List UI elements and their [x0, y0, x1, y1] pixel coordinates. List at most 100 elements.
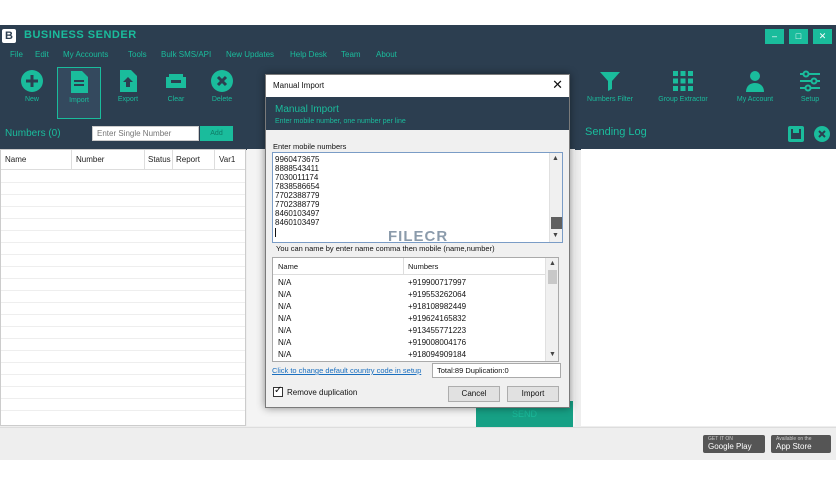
name-format-hint: You can name by enter name comma then mo… — [276, 244, 495, 253]
dialog-header-subtitle: Enter mobile number, one number per line — [275, 118, 406, 125]
dialog-title: Manual Import — [273, 81, 325, 90]
cancel-button[interactable]: Cancel — [448, 386, 500, 402]
mobile-number-line: 7030011174 — [275, 173, 319, 182]
export-label: Export — [117, 96, 139, 103]
my-account-button[interactable]: My Account — [730, 67, 780, 119]
mobile-number-line: 7838586654 — [275, 182, 320, 191]
watermark: FILECR — [388, 228, 449, 245]
maximize-button[interactable]: □ — [789, 29, 808, 44]
col-var1[interactable]: Var1 — [219, 155, 235, 164]
row-number: +919008004176 — [408, 338, 467, 347]
import-confirm-button[interactable]: Import — [507, 386, 559, 402]
menu-bar: File Edit My Accounts Tools Bulk SMS/API… — [0, 47, 836, 63]
scroll-up-icon[interactable]: ▲ — [549, 260, 556, 267]
row-name: N/A — [278, 302, 292, 311]
scroll-thumb[interactable] — [551, 217, 562, 229]
group-extractor-label: Group Extractor — [658, 96, 708, 103]
clear-button[interactable]: Clear — [154, 67, 198, 119]
table-row[interactable]: N/A +913455771223 — [273, 325, 546, 337]
table-row[interactable]: N/A +919900717997 — [273, 277, 546, 289]
scroll-thumb[interactable] — [548, 270, 557, 284]
scroll-down-icon[interactable]: ▼ — [549, 351, 556, 358]
setup-label: Setup — [800, 96, 820, 103]
menu-new-updates[interactable]: New Updates — [226, 50, 274, 59]
table-row[interactable]: N/A +919008004176 — [273, 337, 546, 349]
delete-label: Delete — [211, 96, 233, 103]
menu-tools[interactable]: Tools — [128, 50, 147, 59]
row-number: +918108982449 — [408, 302, 467, 311]
manual-import-dialog: Manual Import ✕ Manual Import Enter mobi… — [265, 74, 570, 408]
bottom-bar: GET IT ON Google Play Available on the A… — [0, 427, 836, 460]
total-duplication-status: Total:89 Duplication:0 — [432, 363, 561, 378]
app-title: BUSINESS SENDER — [24, 29, 137, 41]
remove-duplication-checkbox[interactable]: ✓ — [273, 385, 283, 397]
export-button[interactable]: Export — [106, 67, 150, 119]
remove-duplication-option[interactable]: ✓ Remove duplication — [273, 385, 357, 398]
menu-bulk-sms-api[interactable]: Bulk SMS/API — [161, 50, 211, 59]
app-store-badge[interactable]: Available on the App Store — [771, 435, 831, 453]
import-button[interactable]: Import — [57, 67, 101, 119]
table-row[interactable]: N/A +919553262064 — [273, 289, 546, 301]
col-status[interactable]: Status — [148, 155, 171, 164]
import-label: Import — [69, 97, 89, 104]
table-row — [1, 254, 245, 255]
table-row — [1, 182, 245, 183]
col-numbers-header[interactable]: Numbers — [408, 262, 438, 271]
menu-help-desk[interactable]: Help Desk — [290, 50, 327, 59]
new-button[interactable]: New — [10, 67, 54, 119]
change-country-code-link[interactable]: Click to change default country code in … — [272, 366, 421, 375]
table-row — [1, 362, 245, 363]
mobile-number-line: 8460103497 — [275, 209, 320, 218]
clear-log-button[interactable] — [814, 126, 830, 142]
sending-log-panel — [581, 149, 836, 426]
table-row[interactable]: N/A +918094909184 — [273, 349, 546, 361]
parsed-numbers-table: Name Numbers N/A +919900717997 N/A +9195… — [272, 257, 559, 362]
menu-edit[interactable]: Edit — [35, 50, 49, 59]
check-icon: ✓ — [274, 385, 283, 396]
table-row[interactable]: N/A +918108982449 — [273, 301, 546, 313]
scroll-up-icon[interactable]: ▲ — [552, 155, 559, 162]
col-name-header[interactable]: Name — [278, 262, 298, 271]
dialog-header: Manual Import Enter mobile number, one n… — [266, 97, 569, 130]
google-play-badge[interactable]: GET IT ON Google Play — [703, 435, 765, 453]
menu-team[interactable]: Team — [341, 50, 361, 59]
single-number-input[interactable] — [92, 126, 199, 141]
menu-file[interactable]: File — [10, 50, 23, 59]
minimize-button[interactable]: – — [765, 29, 784, 44]
app-store-text: App Store — [776, 442, 812, 451]
parsed-table-scrollbar[interactable]: ▲ ▼ — [545, 258, 558, 361]
close-button[interactable]: ✕ — [813, 29, 832, 44]
row-name: N/A — [278, 350, 292, 359]
textarea-scrollbar[interactable]: ▲ ▼ — [549, 153, 562, 242]
table-row — [1, 410, 245, 411]
column-divider — [144, 150, 145, 170]
group-extractor-button[interactable]: Group Extractor — [652, 67, 714, 119]
screen: B BUSINESS SENDER – □ ✕ File Edit My Acc… — [0, 0, 836, 484]
numbers-filter-button[interactable]: Numbers Filter — [583, 67, 637, 119]
dialog-close-button[interactable]: ✕ — [552, 77, 563, 93]
table-row[interactable]: N/A +919624165832 — [273, 313, 546, 325]
numbers-table: Name Number Status Report Var1 — [0, 149, 246, 426]
row-number: +919900717997 — [408, 278, 467, 287]
table-row — [1, 398, 245, 399]
table-row — [1, 266, 245, 267]
parsed-table-header: Name Numbers — [273, 258, 546, 275]
add-number-button[interactable]: Add — [200, 126, 233, 141]
enter-numbers-label: Enter mobile numbers — [273, 142, 347, 151]
setup-button[interactable]: Setup — [790, 67, 830, 119]
sliders-icon — [800, 70, 820, 92]
numbers-filter-label: Numbers Filter — [587, 96, 633, 103]
menu-about[interactable]: About — [376, 50, 397, 59]
delete-button[interactable]: Delete — [200, 67, 244, 119]
col-name[interactable]: Name — [5, 155, 26, 164]
table-row — [1, 302, 245, 303]
menu-my-accounts[interactable]: My Accounts — [63, 50, 108, 59]
scroll-down-icon[interactable]: ▼ — [552, 232, 559, 239]
col-report[interactable]: Report — [176, 155, 200, 164]
table-row — [1, 374, 245, 375]
col-number[interactable]: Number — [76, 155, 104, 164]
row-number: +913455771223 — [408, 326, 467, 335]
table-row — [1, 278, 245, 279]
save-log-button[interactable] — [788, 126, 804, 142]
column-divider — [214, 150, 215, 170]
